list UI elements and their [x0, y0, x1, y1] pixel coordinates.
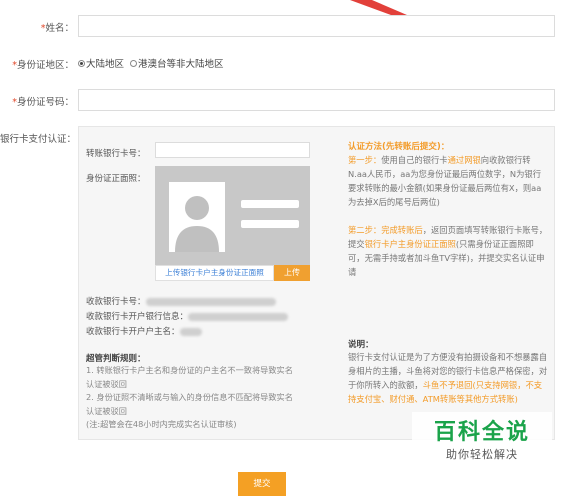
region-radio-group: 大陆地区 港澳台等非大陆地区 — [78, 56, 224, 70]
receive-bank-value-blurred — [188, 312, 289, 321]
radio-non-mainland[interactable] — [130, 59, 138, 67]
upload-id-link[interactable]: 上传银行卡户主身份证正面照 — [155, 265, 274, 281]
rule-line: 认证被驳回 — [86, 405, 127, 416]
name-input[interactable] — [78, 15, 555, 37]
step1-text: 第一步：使用自己的银行卡通过网银向收款银行转N.aa人民币，aa为您身份证最后两… — [348, 155, 542, 207]
watermark-subtitle: 助你轻松解决 — [446, 448, 518, 461]
rule-line: (注:超管会在48小时内完成实名认证审核) — [86, 419, 237, 429]
id-card-illustration — [169, 182, 299, 252]
rules-title: 超管判断规则： — [86, 354, 146, 364]
region-label: *身份证地区： — [12, 60, 74, 71]
watermark-title: 百科全说 — [433, 420, 530, 445]
bank-auth-label: 银行卡支付认证： — [0, 134, 77, 145]
rule-line: 2. 身份证照不清晰或与输入的身份信息不匹配将导致实名 — [86, 392, 293, 402]
rule-line: 认证被驳回 — [86, 378, 127, 389]
watermark: 百科全说 助你轻松解决 — [412, 412, 552, 472]
radio-non-mainland-label: 港澳台等非大陆地区 — [138, 59, 224, 70]
id-front-label: 身份证正面照： — [86, 174, 146, 184]
receive-card-label: 收款银行卡号： — [86, 295, 276, 307]
radio-mainland[interactable] — [78, 59, 85, 67]
receive-owner-value-blurred — [179, 327, 202, 336]
rule-line: 1. 转账银行卡户主名和身份证的户主名不一致将导致实名 — [86, 365, 293, 375]
upload-button[interactable]: 上传 — [274, 265, 310, 281]
note-title: 说明： — [348, 340, 374, 350]
transfer-card-label: 转账银行卡号： — [86, 149, 146, 159]
step2-text: 第二步：完成转账后，返回页面填写转账银行卡账号，提交银行卡户主身份证正面照(只需… — [348, 225, 548, 277]
receive-bank-label: 收款银行卡开户银行信息： — [86, 310, 289, 322]
note-text: 银行卡支付认证是为了方便没有拍摄设备和不想暴露自身相片的主播，斗鱼将对您的银行卡… — [348, 352, 548, 404]
id-number-input[interactable] — [78, 89, 555, 111]
method-title: 认证方法(先转账后提交)： — [348, 142, 450, 152]
radio-mainland-label: 大陆地区 — [86, 59, 125, 70]
id-card-placeholder — [155, 166, 310, 265]
name-label: *姓名： — [40, 23, 74, 34]
receive-card-value-blurred — [145, 297, 276, 306]
submit-button[interactable]: 提交 — [238, 472, 286, 496]
transfer-card-input[interactable] — [155, 142, 310, 158]
rules-list: 1. 转账银行卡户主名和身份证的户主名不一致将导致实名 认证被驳回 2. 身份证… — [86, 364, 293, 432]
id-number-label: *身份证号码： — [12, 97, 74, 108]
receive-owner-label: 收款银行卡开户户主名： — [86, 325, 202, 337]
